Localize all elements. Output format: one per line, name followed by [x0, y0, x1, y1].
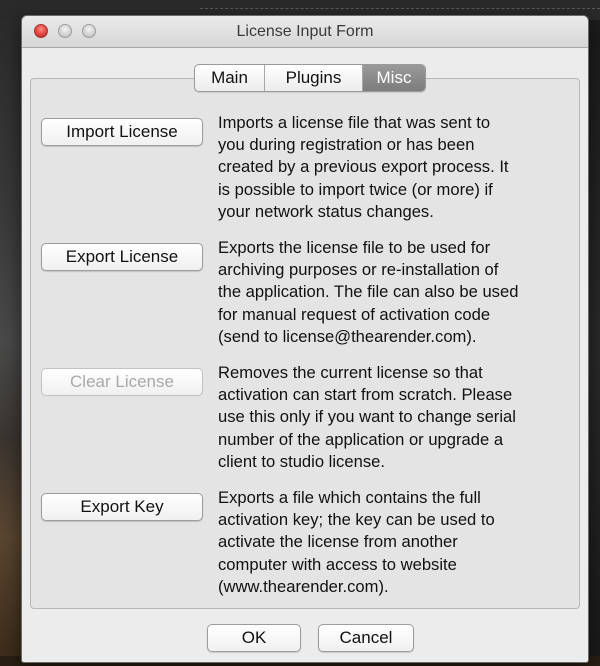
window-title: License Input Form — [236, 23, 374, 40]
description-line: use this only if you want to change seri… — [218, 407, 516, 427]
description-line: (send to license@thearender.com). — [218, 326, 477, 346]
background-dotted-line — [200, 8, 600, 9]
import-license-button[interactable]: Import License — [41, 118, 203, 146]
ok-button[interactable]: OK — [207, 624, 301, 652]
misc-tab-panel: Import License Imports a license file th… — [30, 78, 580, 609]
tab-plugins[interactable]: Plugins — [265, 65, 363, 91]
export-key-button[interactable]: Export Key — [41, 493, 203, 521]
description-line: number of the application or upgrade a — [218, 429, 504, 449]
description-line: activation can start from scratch. Pleas… — [218, 385, 513, 405]
clear-license-button: Clear License — [41, 368, 203, 396]
description-line: Removes the current license so that — [218, 363, 483, 382]
description-line: is possible to import twice (or more) if — [218, 179, 493, 199]
import-license-description: Imports a license file that was sent to … — [218, 112, 578, 223]
description-line: created by a previous export process. It — [218, 157, 509, 177]
description-line: activate the license from another — [218, 532, 458, 552]
tab-misc[interactable]: Misc — [363, 65, 425, 91]
description-line: (www.thearender.com). — [218, 576, 389, 596]
license-input-window: License Input Form Main Plugins Misc Imp… — [22, 16, 588, 662]
tab-bar: Main Plugins Misc — [194, 64, 426, 92]
background-right-strip — [586, 20, 600, 666]
clear-license-description: Removes the current license so that acti… — [218, 362, 578, 473]
description-line: client to studio license. — [218, 451, 385, 471]
description-line: your network status changes. — [218, 201, 434, 221]
description-line: for manual request of activation code — [218, 304, 491, 324]
cancel-button[interactable]: Cancel — [318, 624, 414, 652]
description-line: Imports a license file that was sent to — [218, 113, 491, 132]
description-line: computer with access to website — [218, 554, 457, 574]
title-bar[interactable]: License Input Form — [22, 16, 588, 48]
export-key-description: Exports a file which contains the full a… — [218, 487, 578, 598]
export-license-button[interactable]: Export License — [41, 243, 203, 271]
tab-main[interactable]: Main — [195, 65, 265, 91]
description-line: archiving purposes or re-installation of — [218, 260, 499, 280]
description-line: Exports a file which contains the full — [218, 488, 481, 507]
export-license-description: Exports the license file to be used for … — [218, 237, 578, 348]
description-line: the application. The file can also be us… — [218, 282, 519, 302]
description-line: you during registration or has been — [218, 135, 475, 155]
description-line: activation key; the key can be used to — [218, 510, 495, 530]
description-line: Exports the license file to be used for — [218, 238, 491, 257]
